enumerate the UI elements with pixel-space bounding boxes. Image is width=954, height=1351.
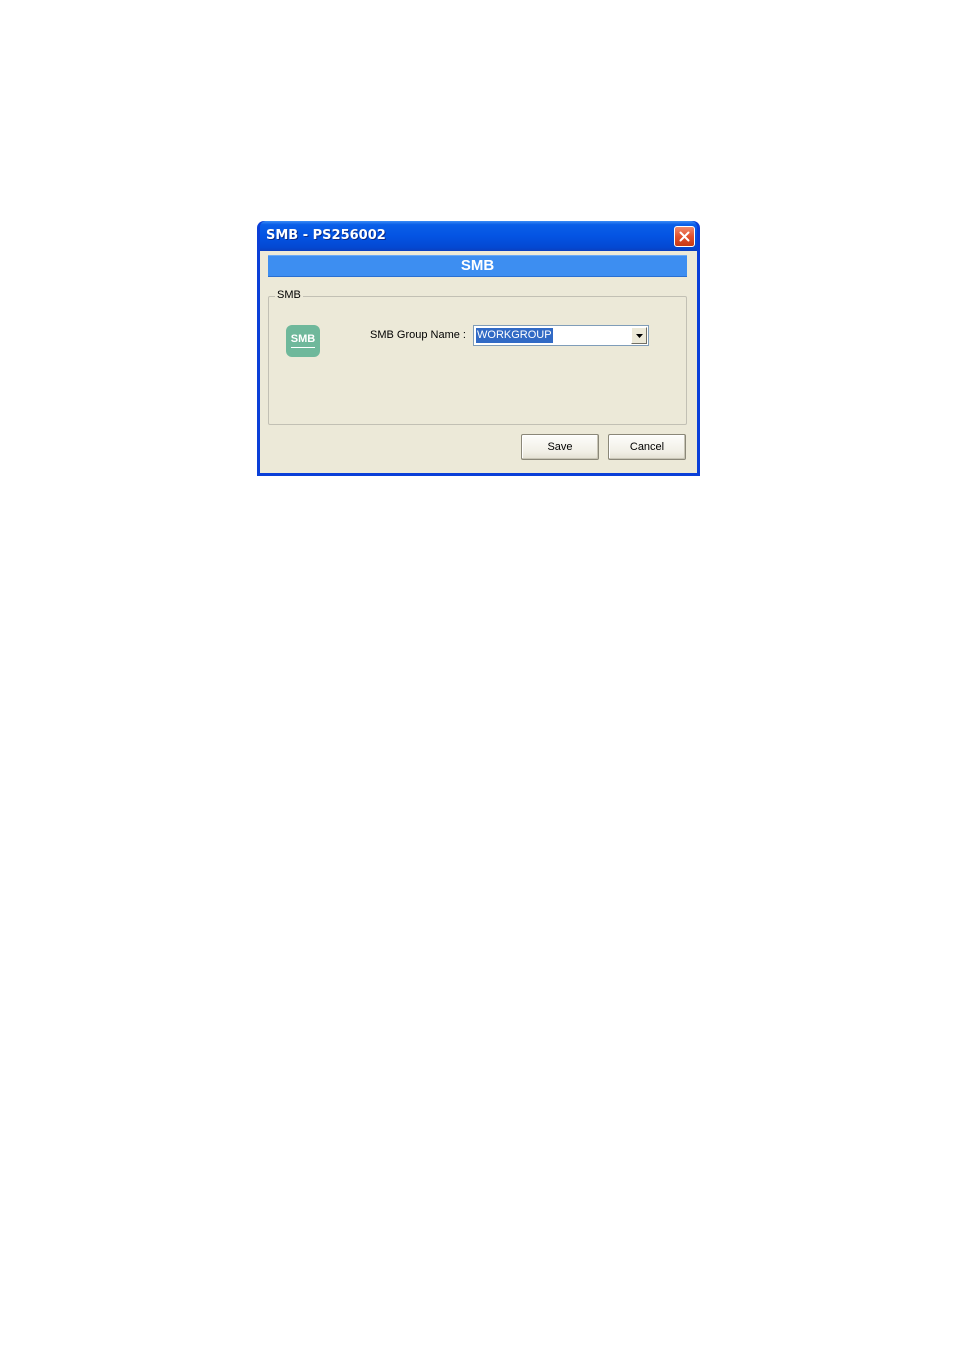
dialog-window: SMB - PS256002 SMB SMB SMB SMB Group Nam… — [257, 221, 700, 476]
dialog-client-area: SMB SMB SMB SMB Group Name : WORKGROUP S… — [260, 251, 697, 473]
smb-group-name-label: SMB Group Name : — [370, 329, 466, 341]
save-button[interactable]: Save — [521, 434, 599, 460]
groupbox-legend: SMB — [275, 289, 303, 301]
smb-logo-underline — [291, 347, 315, 348]
combobox-dropdown-button[interactable] — [631, 327, 647, 344]
smb-logo-icon: SMB — [286, 325, 320, 357]
section-banner: SMB — [268, 255, 687, 277]
window-title: SMB - PS256002 — [266, 228, 386, 243]
smb-group-name-value[interactable]: WORKGROUP — [476, 328, 553, 343]
title-bar[interactable]: SMB - PS256002 — [260, 221, 697, 251]
chevron-down-icon — [636, 334, 643, 338]
close-icon — [679, 231, 690, 242]
smb-group-name-combobox[interactable]: WORKGROUP — [473, 325, 649, 346]
smb-logo-text: SMB — [290, 333, 316, 345]
cancel-button[interactable]: Cancel — [608, 434, 686, 460]
smb-groupbox: SMB SMB SMB Group Name : WORKGROUP — [268, 289, 687, 425]
close-button[interactable] — [674, 226, 695, 247]
